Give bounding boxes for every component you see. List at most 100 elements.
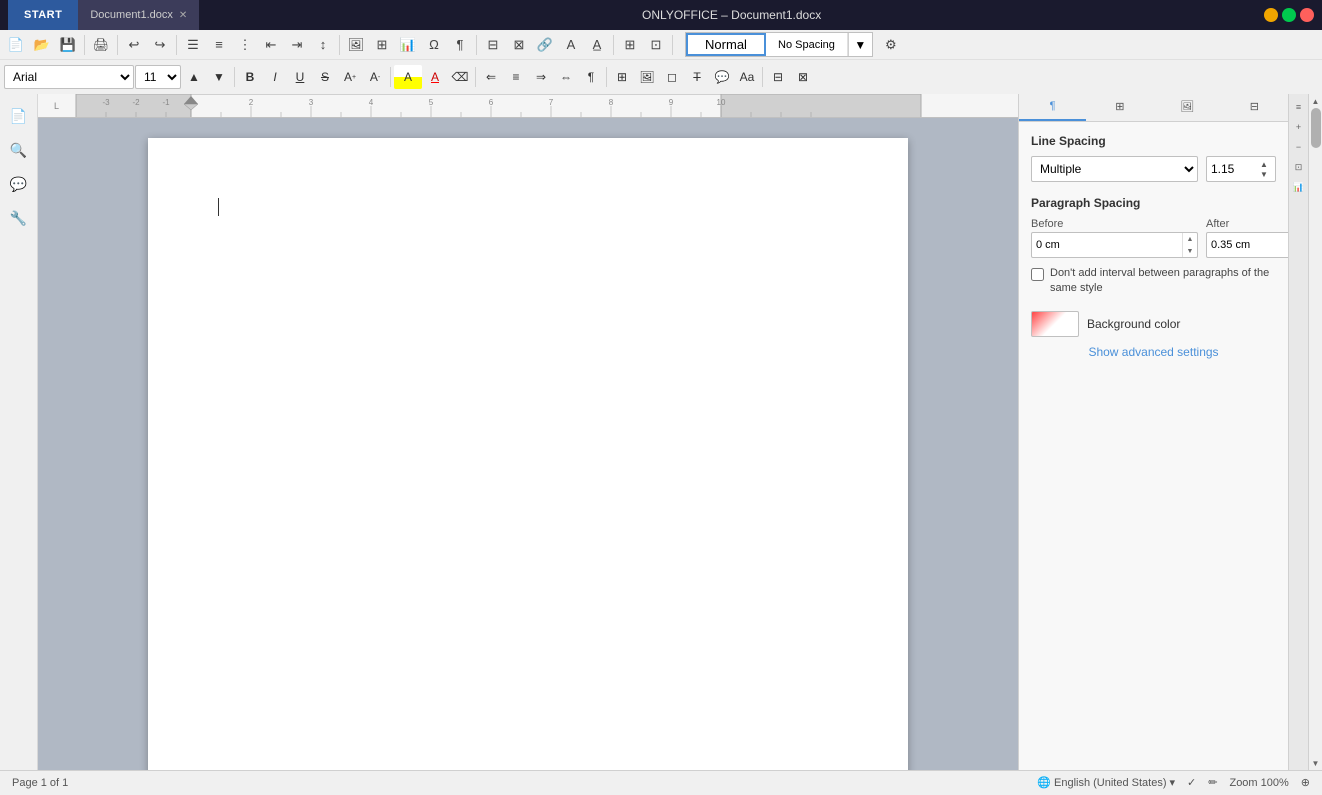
zoom-in-icon[interactable]: + bbox=[1290, 118, 1308, 136]
tab-start[interactable]: START bbox=[8, 0, 78, 30]
numbered-list-button[interactable]: ≡ bbox=[207, 33, 231, 57]
tab-close-icon[interactable]: ✕ bbox=[179, 10, 187, 21]
tab-document[interactable]: Document1.docx ✕ bbox=[78, 0, 199, 30]
open-button[interactable]: 📂 bbox=[30, 33, 54, 57]
insert-symbol-button[interactable]: Ω bbox=[422, 33, 446, 57]
italic-button[interactable]: I bbox=[263, 65, 287, 89]
before-input[interactable] bbox=[1032, 239, 1182, 251]
ls-decrement-button[interactable]: ▼ bbox=[1257, 169, 1271, 179]
undo-button[interactable]: ↩ bbox=[122, 33, 146, 57]
paragraph-marks-button[interactable]: ¶ bbox=[579, 65, 603, 89]
bullets-button[interactable]: ☰ bbox=[181, 33, 205, 57]
rpanel-tab-header[interactable]: ⊟ bbox=[1221, 94, 1288, 121]
zoom-level[interactable]: Zoom 100% bbox=[1229, 777, 1288, 789]
strikethrough-button[interactable]: S bbox=[313, 65, 337, 89]
text-cursor bbox=[218, 198, 219, 216]
sidebar-file-icon[interactable]: 📄 bbox=[5, 102, 33, 130]
font-color-button[interactable]: A bbox=[423, 65, 447, 89]
columns-button[interactable]: ⊠ bbox=[507, 33, 531, 57]
decrease-indent-button[interactable]: ⇤ bbox=[259, 33, 283, 57]
style-normal[interactable]: Normal bbox=[686, 33, 766, 56]
fit-page-icon[interactable]: ⊡ bbox=[1290, 158, 1308, 176]
minimize-button[interactable]: – bbox=[1264, 8, 1278, 22]
ls-increment-button[interactable]: ▲ bbox=[1257, 159, 1271, 169]
zoom-in-status-button[interactable]: ⊕ bbox=[1301, 776, 1310, 789]
font-select[interactable]: Arial bbox=[4, 65, 134, 89]
page-view-icon[interactable]: ≡ bbox=[1290, 98, 1308, 116]
print-button[interactable]: 🖨 bbox=[89, 33, 113, 57]
align-right-button[interactable]: ⇒ bbox=[529, 65, 553, 89]
insert-shape-button[interactable]: ◻ bbox=[660, 65, 684, 89]
pagebreak-button[interactable]: ⊞ bbox=[618, 33, 642, 57]
styles-dropdown[interactable]: ▼ bbox=[848, 33, 872, 56]
before-increment-button[interactable]: ▲ bbox=[1183, 233, 1197, 245]
sidebar-plugin-icon[interactable]: 🔧 bbox=[5, 204, 33, 232]
show-advanced-settings-link[interactable]: Show advanced settings bbox=[1031, 345, 1276, 359]
settings-button[interactable]: ⚙ bbox=[879, 33, 903, 57]
document-page[interactable] bbox=[148, 138, 908, 770]
sidebar-search-icon[interactable]: 🔍 bbox=[5, 136, 33, 164]
clear-format-button[interactable]: ⌫ bbox=[448, 65, 472, 89]
track-changes-button[interactable]: T bbox=[685, 65, 709, 89]
language-selector[interactable]: 🌐 English (United States) ▾ bbox=[1037, 776, 1175, 789]
bold-button[interactable]: B bbox=[238, 65, 262, 89]
scroll-thumb[interactable] bbox=[1311, 108, 1321, 148]
pagenumber-button[interactable]: ⊡ bbox=[644, 33, 668, 57]
redo-button[interactable]: ↪ bbox=[148, 33, 172, 57]
textcase-button[interactable]: Aa bbox=[735, 65, 759, 89]
scroll-track[interactable] bbox=[1309, 108, 1322, 756]
superscript-button[interactable]: A+ bbox=[338, 65, 362, 89]
track-changes-status[interactable]: ✏ bbox=[1208, 776, 1217, 789]
ruler-corner: L bbox=[38, 94, 76, 117]
nonprinting-button[interactable]: ¶ bbox=[448, 33, 472, 57]
align-justify-button[interactable]: ⇔ bbox=[554, 65, 578, 89]
after-input[interactable] bbox=[1207, 239, 1288, 251]
header-footer-button[interactable]: ⊟ bbox=[481, 33, 505, 57]
align-center-button[interactable]: ≡ bbox=[504, 65, 528, 89]
align-left-button[interactable]: ⇐ bbox=[479, 65, 503, 89]
insert-chart-button[interactable]: 📊 bbox=[396, 33, 420, 57]
save-button[interactable]: 💾 bbox=[56, 33, 80, 57]
insert-image-2-button[interactable]: 🖼 bbox=[635, 65, 659, 89]
decrease-font-button[interactable]: ▼ bbox=[207, 65, 231, 89]
hyperlink-button[interactable]: 🔗 bbox=[533, 33, 557, 57]
status-right: 🌐 English (United States) ▾ ✓ ✏ Zoom 100… bbox=[1037, 776, 1310, 789]
insert-table-button[interactable]: ⊞ bbox=[370, 33, 394, 57]
subscript-button[interactable]: A- bbox=[363, 65, 387, 89]
multilevel-list-button[interactable]: ⋮ bbox=[233, 33, 257, 57]
new-button[interactable]: 📄 bbox=[4, 33, 28, 57]
increase-font-button[interactable]: ▲ bbox=[182, 65, 206, 89]
background-color-preview[interactable] bbox=[1031, 311, 1079, 337]
style-no-spacing[interactable]: No Spacing bbox=[766, 33, 848, 56]
font-size-select[interactable]: 11 bbox=[135, 65, 181, 89]
rpanel-tab-image[interactable]: 🖼 bbox=[1154, 94, 1221, 121]
spelling-check-button[interactable]: ✓ bbox=[1187, 776, 1196, 789]
rpanel-tab-paragraph[interactable]: ¶ bbox=[1019, 94, 1086, 121]
line-spacing-type-select[interactable]: Multiple Single 1.5 lines Double At leas… bbox=[1031, 156, 1198, 182]
scroll-down-button[interactable]: ▼ bbox=[1309, 756, 1322, 770]
before-decrement-button[interactable]: ▼ bbox=[1183, 245, 1197, 257]
comment-button[interactable]: 💬 bbox=[710, 65, 734, 89]
zoom-out-icon[interactable]: − bbox=[1290, 138, 1308, 156]
close-button[interactable]: ✕ bbox=[1300, 8, 1314, 22]
scroll-up-button[interactable]: ▲ bbox=[1309, 94, 1322, 108]
svg-text:4: 4 bbox=[369, 98, 374, 107]
underline-button[interactable]: U bbox=[288, 65, 312, 89]
line-spacing-button[interactable]: ↕ bbox=[311, 33, 335, 57]
compare-button[interactable]: ⊠ bbox=[791, 65, 815, 89]
dropcap-button[interactable]: A bbox=[559, 33, 583, 57]
textart-button[interactable]: A̲ bbox=[585, 33, 609, 57]
toolbar-separator-4 bbox=[339, 35, 340, 55]
sidebar-comment-icon[interactable]: 💬 bbox=[5, 170, 33, 198]
dont-add-interval-checkbox[interactable] bbox=[1031, 268, 1044, 281]
language-dropdown-icon: ▾ bbox=[1170, 776, 1176, 789]
rpanel-tab-table[interactable]: ⊞ bbox=[1086, 94, 1153, 121]
pagesetup-button[interactable]: ⊟ bbox=[766, 65, 790, 89]
chart-icon[interactable]: 📊 bbox=[1290, 178, 1308, 196]
increase-indent-button[interactable]: ⇥ bbox=[285, 33, 309, 57]
maximize-button[interactable]: □ bbox=[1282, 8, 1296, 22]
highlight-button[interactable]: A bbox=[394, 65, 422, 89]
page-container[interactable] bbox=[38, 118, 1018, 770]
insert-image-button[interactable]: 🖼 bbox=[344, 33, 368, 57]
insert-table-2-button[interactable]: ⊞ bbox=[610, 65, 634, 89]
